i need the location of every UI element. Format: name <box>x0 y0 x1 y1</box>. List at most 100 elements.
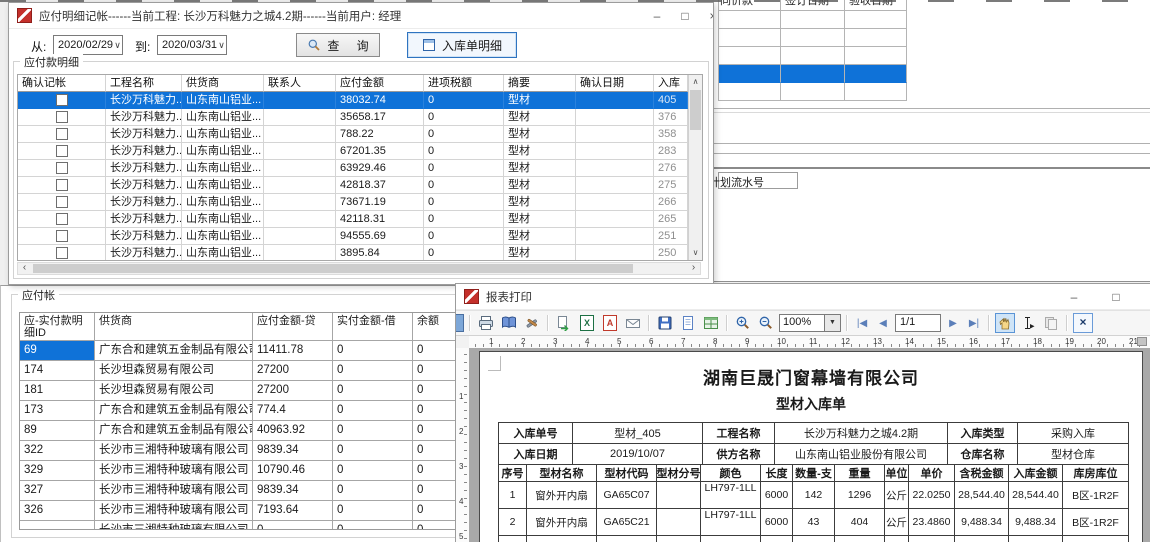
column-header[interactable]: 供货商 <box>95 313 253 341</box>
table-row[interactable]: 长沙万科魅力...山东南山铝业...94555.690型材251 <box>18 228 702 245</box>
export-pdf-icon[interactable]: A <box>600 313 620 333</box>
first-page-button[interactable]: |◀ <box>853 318 871 329</box>
previous-page-button[interactable]: ◀ <box>874 318 892 329</box>
column-header[interactable]: 应付金额 <box>336 75 424 92</box>
column-header[interactable]: 应付金额-贷 <box>253 313 333 341</box>
confirm-checkbox[interactable] <box>56 230 68 242</box>
scroll-down-icon[interactable]: ∨ <box>689 246 702 260</box>
table-row[interactable]: 长沙万科魅力...山东南山铝业...38032.740型材405 <box>18 92 702 109</box>
page-setup-icon[interactable] <box>499 313 519 333</box>
query-button[interactable]: 查 询 <box>296 33 380 57</box>
serial-number-field[interactable]: 计划流水号 <box>718 172 798 189</box>
column-header[interactable]: 入库 <box>654 75 688 92</box>
export-excel-icon[interactable]: X <box>577 313 597 333</box>
chevron-down-icon[interactable]: ▼ <box>824 315 840 331</box>
horizontal-scrollbar[interactable]: ‹ › <box>17 262 701 275</box>
table-row[interactable]: 174长沙坦森贸易有限公司2720000 <box>20 361 457 381</box>
column-header[interactable]: 确认记帐 <box>18 75 106 92</box>
scroll-left-icon[interactable]: ‹ <box>18 263 31 274</box>
table-cell <box>576 160 654 177</box>
table-row[interactable]: 长沙万科魅力...山东南山铝业...35658.170型材376 <box>18 109 702 126</box>
column-header[interactable]: 摘要 <box>504 75 576 92</box>
table-row[interactable]: 329长沙市三湘特种玻璃有限公司10790.4600 <box>20 461 457 481</box>
confirm-checkbox[interactable] <box>56 196 68 208</box>
grid-view-icon[interactable] <box>701 313 721 333</box>
minimize-button[interactable]: – <box>1060 287 1088 307</box>
column-header[interactable]: 联系人 <box>264 75 336 92</box>
next-page-button[interactable]: ▶ <box>944 318 962 329</box>
table-row[interactable] <box>719 11 907 29</box>
ruler-number: 4 <box>459 497 463 506</box>
maximize-button[interactable]: □ <box>1102 287 1130 307</box>
table-row[interactable]: 326长沙市三湘特种玻璃有限公司7193.6400 <box>20 501 457 521</box>
confirm-checkbox[interactable] <box>56 128 68 140</box>
table-row[interactable]: 69广东合和建筑五金制品有限公司11411.7800 <box>20 341 457 361</box>
table-row[interactable]: 长沙万科魅力...山东南山铝业...63929.460型材276 <box>18 160 702 177</box>
column-header[interactable]: 实付金额-借 <box>333 313 413 341</box>
scrollbar-thumb[interactable] <box>33 264 633 273</box>
table-row[interactable]: 长沙市三湘特种玻璃有限公司000 <box>20 521 457 529</box>
table-row[interactable]: 长沙万科魅力...山东南山铝业...788.220型材358 <box>18 126 702 143</box>
maximize-button[interactable]: □ <box>671 6 699 26</box>
document-icon[interactable] <box>678 313 698 333</box>
table-row[interactable] <box>719 29 907 47</box>
hand-tool-icon[interactable] <box>995 313 1015 333</box>
confirm-checkbox[interactable] <box>56 145 68 157</box>
title-bar[interactable]: 应付明细记帐------当前工程: 长沙万科魅力之城4.2期------当前用户… <box>9 3 713 29</box>
table-row[interactable]: 322长沙市三湘特种玻璃有限公司9839.3400 <box>20 441 457 461</box>
export-icon[interactable] <box>554 313 574 333</box>
column-header[interactable]: 确认日期 <box>576 75 654 92</box>
zoom-in-icon[interactable] <box>733 313 753 333</box>
table-row[interactable]: 长沙万科魅力...山东南山铝业...42118.310型材265 <box>18 211 702 228</box>
zoom-out-icon[interactable] <box>756 313 776 333</box>
table-cell: 长沙万科魅力... <box>106 160 182 177</box>
inbound-detail-button[interactable]: 入库单明细 <box>407 32 517 58</box>
from-date-combo[interactable]: 2020/02/29 ∨ <box>53 35 123 55</box>
preview-area[interactable]: 湖南巨晟门窗幕墙有限公司 型材入库单 入库单号型材_405工程名称长沙万科魅力之… <box>469 348 1150 542</box>
confirm-checkbox[interactable] <box>56 162 68 174</box>
column-header[interactable]: 供货商 <box>182 75 264 92</box>
confirm-checkbox[interactable] <box>56 94 68 106</box>
page-number-field[interactable]: 1/1 <box>895 314 941 332</box>
table-row[interactable]: 181长沙坦森贸易有限公司2720000 <box>20 381 457 401</box>
save-icon[interactable] <box>655 313 675 333</box>
column-header[interactable]: 应-实付款明细ID <box>20 313 95 341</box>
confirm-checkbox[interactable] <box>56 179 68 191</box>
last-page-button[interactable]: ▶| <box>965 318 983 329</box>
to-date-combo[interactable]: 2020/03/31 ∨ <box>157 35 227 55</box>
table-row[interactable]: 89广东合和建筑五金制品有限公司40963.9200 <box>20 421 457 441</box>
table-row[interactable]: 327长沙市三湘特种玻璃有限公司9839.3400 <box>20 481 457 501</box>
column-header[interactable]: 余额 <box>413 313 457 341</box>
table-cell: 长沙万科魅力... <box>106 228 182 245</box>
column-header[interactable]: 进项税额 <box>424 75 504 92</box>
text-select-icon[interactable] <box>1018 313 1038 333</box>
title-bar[interactable]: 报表打印 <box>456 284 1150 310</box>
table-row[interactable] <box>719 65 907 83</box>
print-icon[interactable] <box>476 313 496 333</box>
confirm-checkbox[interactable] <box>56 247 68 259</box>
table-cell: 35658.17 <box>336 109 424 126</box>
table-row[interactable]: 长沙万科魅力...山东南山铝业...3895.840型材250 <box>18 245 702 260</box>
confirm-checkbox[interactable] <box>56 111 68 123</box>
column-header[interactable]: 工程名称 <box>106 75 182 92</box>
table-row[interactable]: 长沙万科魅力...山东南山铝业...67201.350型材283 <box>18 143 702 160</box>
vertical-scrollbar[interactable]: ∧ ∨ <box>688 75 702 260</box>
close-preview-icon[interactable]: × <box>1073 313 1093 333</box>
options-icon[interactable] <box>522 313 542 333</box>
confirm-checkbox[interactable] <box>56 213 68 225</box>
close-button[interactable]: × <box>1144 287 1150 307</box>
scroll-up-icon[interactable]: ∧ <box>689 75 702 89</box>
scrollbar-thumb[interactable] <box>690 90 701 130</box>
table-row[interactable] <box>719 83 907 101</box>
scroll-right-icon[interactable]: › <box>687 263 700 274</box>
table-row[interactable] <box>719 47 907 65</box>
table-row[interactable]: 173广东合和建筑五金制品有限公司774.400 <box>20 401 457 421</box>
close-button[interactable]: × <box>699 6 714 26</box>
minimize-button[interactable]: – <box>643 6 671 26</box>
table-cell <box>909 536 955 542</box>
table-row[interactable]: 长沙万科魅力...山东南山铝业...42818.370型材275 <box>18 177 702 194</box>
table-cell: 1296 <box>835 482 885 509</box>
zoom-level-combo[interactable]: 100% ▼ <box>779 314 841 332</box>
email-icon[interactable] <box>623 313 643 333</box>
table-row[interactable]: 长沙万科魅力...山东南山铝业...73671.190型材266 <box>18 194 702 211</box>
